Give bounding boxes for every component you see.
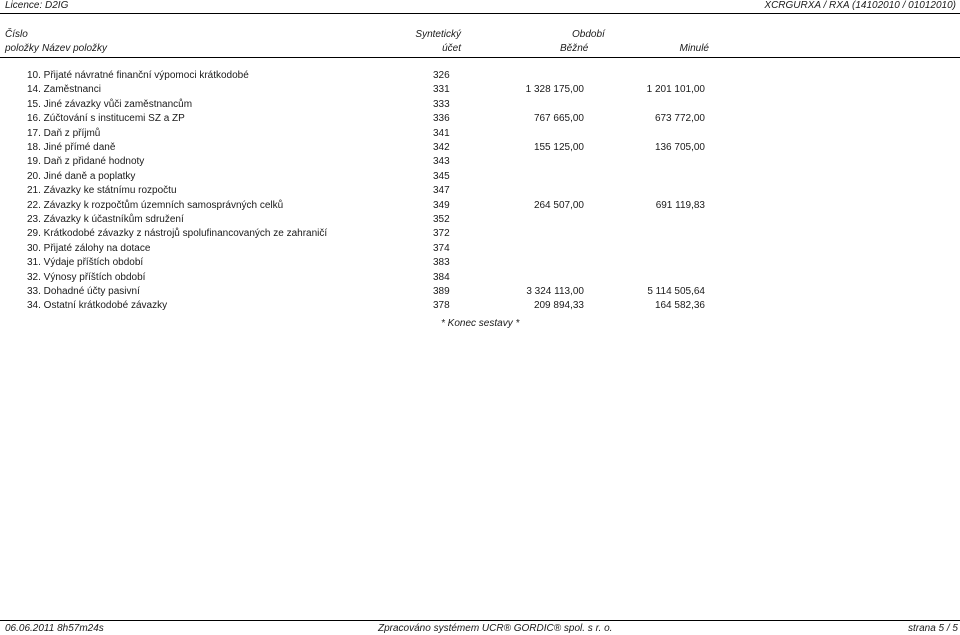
footer-timestamp: 06.06.2011 8h57m24s [5,623,104,634]
row-name: 16. Zúčtování s institucemi SZ a ZP [27,113,185,125]
table-row: 19. Daň z přidané hodnoty 343 [0,156,960,170]
col-name: Název položky [42,43,108,54]
table-row: 18. Jiné přímé daně 342 155 125,00 136 705,… [0,142,960,156]
row-account: 383 [433,257,450,269]
row-current-value: 264 507,00 [533,199,584,211]
row-name: 15. Jiné závazky vůči zaměstnancům [27,98,193,110]
table-row: 29. Krátkodobé závazky z nástrojů spoluf… [0,228,960,242]
row-account: 389 [433,286,450,297]
table-row: 10. Přijaté návratné finanční výpomoci k… [0,70,960,84]
row-account: 336 [433,113,450,125]
table-row: 20. Jiné daně a poplatky 345 [0,171,960,185]
row-account: 331 [433,84,450,96]
row-name: 23. Závazky k účastníkům sdružení [27,214,184,225]
row-previous-value: 1 201 101,00 [646,84,705,96]
row-name: 17. Daň z příjmů [27,127,101,139]
row-account: 378 [433,300,450,312]
row-account: 372 [433,228,450,240]
table-row: 30. Přijaté zálohy na dotace 374 [0,243,960,257]
row-account: 343 [433,156,450,168]
row-previous-value: 5 114 505,64 [647,286,705,297]
table-row: 22. Závazky k rozpočtům územních samospr… [0,200,960,214]
row-account: 333 [433,98,450,110]
row-account: 347 [433,185,450,197]
row-name: 14. Zaměstnanci [27,84,101,96]
col-period: Období [572,29,605,40]
row-current-value: 3 324 113,00 [526,286,584,297]
row-account: 374 [433,242,450,254]
table-row: 21. Závazky ke státnímu rozpočtu 347 [0,185,960,199]
row-account: 345 [433,170,450,182]
column-header-divider [0,57,960,58]
col-synthetic-top: Syntetický [415,29,461,40]
footer-divider [0,620,960,621]
table-row: 34. Ostatní krátkodobé závazky 378 209 894… [0,300,960,314]
row-account: 342 [433,142,450,153]
table-row: 17. Daň z příjmů 341 [0,128,960,142]
table-row: 16. Zúčtování s institucemi SZ a ZP 336 76… [0,113,960,127]
row-name: 21. Závazky ke státnímu rozpočtu [27,185,177,197]
row-name: 29. Krátkodobé závazky z nástrojů spoluf… [27,228,328,240]
row-current-value: 155 125,00 [533,142,584,153]
row-previous-value: 164 582,36 [654,300,705,312]
row-name: 18. Jiné přímé daně [27,142,116,153]
col-number-top: Číslo [5,29,28,40]
row-current-value: 1 328 175,00 [525,84,584,96]
row-current-value: 767 665,00 [533,113,584,125]
report-code: XCRGURXA / RXA (14102010 / 01012010) [764,0,956,11]
header-divider [0,13,960,14]
table-row: 15. Jiné závazky vůči zaměstnancům 333 [0,99,960,113]
row-name: 22. Závazky k rozpočtům územních samospr… [27,199,284,211]
row-name: 34. Ostatní krátkodobé závazky [27,300,168,312]
col-previous: Minulé [679,43,709,54]
col-number-bottom: položky [5,43,39,54]
table-row: 23. Závazky k účastníkům sdružení 352 [0,214,960,228]
row-previous-value: 691 119,83 [655,199,705,211]
row-name: 30. Přijaté zálohy na dotace [27,242,151,254]
footer-processed-by: Zpracováno systémem UCR® GORDIC® spol. s… [378,623,613,634]
row-previous-value: 136 705,00 [654,142,705,153]
table-row: 31. Výdaje příštích období 383 [0,257,960,271]
licence-label: Licence: D2IG [5,0,69,11]
table-row: 14. Zaměstnanci 331 1 328 175,00 1 201 101,… [0,84,960,98]
row-account: 341 [433,127,450,139]
table-row: 33. Dohadné účty pasivní 389 3 324 113,00 5… [0,286,960,300]
row-name: 31. Výdaje příštích období [27,257,144,269]
row-account: 349 [433,199,450,211]
row-name: 20. Jiné daně a poplatky [27,170,136,182]
row-name: 10. Přijaté návratné finanční výpomoci k… [27,70,249,81]
row-name: 33. Dohadné účty pasivní [27,286,140,297]
row-current-value: 209 894,33 [533,300,584,312]
row-account: 326 [433,70,450,81]
row-previous-value: 673 772,00 [654,113,705,125]
end-of-report-note: * Konec sestavy * [441,318,520,329]
row-name: 32. Výnosy příštích období [27,271,146,283]
row-account: 352 [433,214,450,225]
footer-page-number: strana 5 / 5 [907,623,958,634]
row-name: 19. Daň z přidané hodnoty [27,156,145,168]
col-current: Běžné [560,43,589,54]
table-row: 32. Výnosy příštích období 384 [0,272,960,286]
row-account: 384 [433,271,450,283]
col-synthetic-bottom: účet [442,43,461,54]
